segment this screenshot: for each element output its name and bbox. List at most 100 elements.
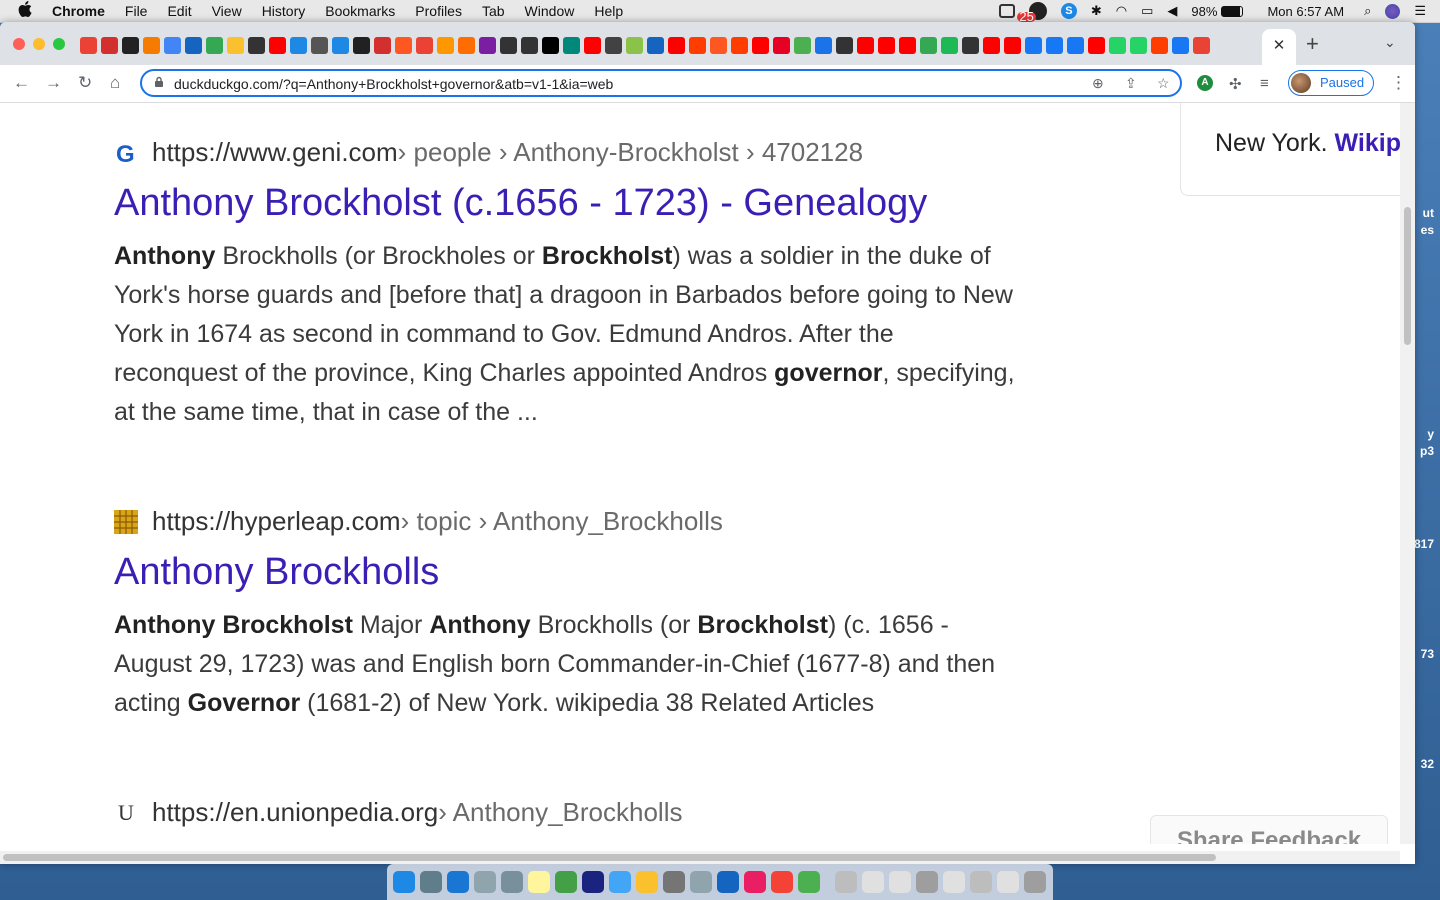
tab-favicon-icon[interactable] (668, 37, 685, 54)
tab-favicon-icon[interactable] (1067, 37, 1084, 54)
tab-favicon-icon[interactable] (815, 37, 832, 54)
dock-app-icon[interactable] (997, 871, 1019, 893)
home-button[interactable]: ⌂ (110, 73, 120, 93)
tab-favicon-icon[interactable] (479, 37, 496, 54)
tab-favicon-icon[interactable] (710, 37, 727, 54)
tab-search-icon[interactable]: ⌄ (1384, 34, 1396, 51)
volume-icon[interactable]: ◀ (1167, 3, 1177, 19)
dock-app-icon[interactable] (798, 871, 820, 893)
dock-app-icon[interactable] (420, 871, 442, 893)
tab-favicon-icon[interactable] (164, 37, 181, 54)
result-title-link[interactable]: Anthony Brockholls (114, 551, 1024, 594)
skype-icon[interactable]: S (1060, 3, 1077, 19)
tab-favicon-icon[interactable] (584, 37, 601, 54)
tab-favicon-icon[interactable] (794, 37, 811, 54)
back-button[interactable]: ← (13, 73, 30, 93)
horizontal-scroll-thumb[interactable] (3, 854, 1216, 861)
tab-favicon-icon[interactable] (332, 37, 349, 54)
fullscreen-window-button[interactable] (53, 38, 65, 50)
siri-icon[interactable] (1385, 3, 1401, 19)
profile-button[interactable]: Paused (1288, 70, 1374, 96)
share-feedback-button[interactable]: Share Feedback (1150, 815, 1388, 844)
tab-favicon-icon[interactable] (311, 37, 328, 54)
tab-favicon-icon[interactable] (752, 37, 769, 54)
share-icon[interactable]: ⇪ (1125, 75, 1137, 92)
reading-list-icon[interactable]: ≡ (1260, 75, 1269, 92)
menu-bookmarks[interactable]: Bookmarks (325, 3, 395, 19)
spotlight-search-icon[interactable]: ⌕ (1364, 3, 1371, 19)
tab-favicon-icon[interactable] (290, 37, 307, 54)
result-url[interactable]: G https://www.geni.com › people › Anthon… (114, 137, 1024, 168)
tab-favicon-icon[interactable] (122, 37, 139, 54)
tab-favicon-icon[interactable] (500, 37, 517, 54)
tab-favicon-icon[interactable] (857, 37, 874, 54)
tab-favicon-icon[interactable] (1046, 37, 1063, 54)
tab-favicon-icon[interactable] (395, 37, 412, 54)
dock-app-icon[interactable] (447, 871, 469, 893)
tab-favicon-icon[interactable] (1130, 37, 1147, 54)
dock-app-icon[interactable] (862, 871, 884, 893)
tab-favicon-icon[interactable] (1004, 37, 1021, 54)
lock-icon[interactable] (154, 76, 164, 91)
tab-favicon-icon[interactable] (647, 37, 664, 54)
tab-favicon-icon[interactable] (1088, 37, 1105, 54)
tab-favicon-icon[interactable] (836, 37, 853, 54)
tab-favicon-icon[interactable] (941, 37, 958, 54)
airplay-icon[interactable]: ▭ (1141, 3, 1153, 19)
dock-app-icon[interactable] (555, 871, 577, 893)
result-title-link[interactable]: Anthony Brockholst (c.1656 - 1723) - Gen… (114, 182, 1024, 225)
dock-app-icon[interactable] (609, 871, 631, 893)
tab-favicon-icon[interactable] (920, 37, 937, 54)
dock-app-icon[interactable] (636, 871, 658, 893)
tab-favicon-icon[interactable] (983, 37, 1000, 54)
menu-edit[interactable]: Edit (167, 3, 191, 19)
close-window-button[interactable] (13, 38, 25, 50)
tab-favicon-icon[interactable] (227, 37, 244, 54)
wikipedia-link[interactable]: Wikip (1335, 129, 1400, 157)
tab-favicon-icon[interactable] (689, 37, 706, 54)
chrome-menu-icon[interactable]: ⋮ (1390, 73, 1407, 93)
clock[interactable]: Mon 6:57 AM (1267, 4, 1344, 19)
menu-window[interactable]: Window (525, 3, 575, 19)
dock-app-icon[interactable] (970, 871, 992, 893)
result-url[interactable]: U https://en.unionpedia.org › Anthony_Br… (114, 797, 1024, 828)
battery-icon[interactable] (1221, 5, 1244, 17)
dock-app-icon[interactable] (717, 871, 739, 893)
tab-favicon-icon[interactable] (878, 37, 895, 54)
extensions-puzzle-icon[interactable]: ✣ (1229, 75, 1242, 93)
dock-app-icon[interactable] (582, 871, 604, 893)
wifi-icon[interactable]: ◠ (1116, 3, 1127, 19)
tab-favicon-icon[interactable] (731, 37, 748, 54)
menu-history[interactable]: History (262, 3, 306, 19)
tab-favicon-icon[interactable] (1109, 37, 1126, 54)
tab-favicon-icon[interactable] (353, 37, 370, 54)
dock-app-icon[interactable] (889, 871, 911, 893)
tab-favicon-icon[interactable] (1172, 37, 1189, 54)
horizontal-scrollbar[interactable] (0, 851, 1400, 864)
menu-tab[interactable]: Tab (482, 3, 505, 19)
minimize-window-button[interactable] (33, 38, 45, 50)
tab-favicon-icon[interactable] (899, 37, 916, 54)
tab-favicon-icon[interactable] (374, 37, 391, 54)
tab-favicon-icon[interactable] (1025, 37, 1042, 54)
tab-favicon-icon[interactable] (248, 37, 265, 54)
menu-help[interactable]: Help (594, 3, 623, 19)
result-url[interactable]: https://hyperleap.com › topic › Anthony_… (114, 506, 1024, 537)
screen-record-icon[interactable] (998, 4, 1015, 18)
menu-view[interactable]: View (212, 3, 242, 19)
tab-favicon-icon[interactable] (80, 37, 97, 54)
menu-file[interactable]: File (125, 3, 148, 19)
tab-favicon-icon[interactable] (437, 37, 454, 54)
tab-favicon-icon[interactable] (563, 37, 580, 54)
apple-menu-icon[interactable] (18, 1, 38, 21)
dock-app-icon[interactable] (474, 871, 496, 893)
tab-favicon-icon[interactable] (521, 37, 538, 54)
tab-favicon-icon[interactable] (626, 37, 643, 54)
tab-favicon-icon[interactable] (1151, 37, 1168, 54)
tab-favicon-icon[interactable] (962, 37, 979, 54)
zoom-icon[interactable]: ⊕ (1092, 75, 1104, 92)
tab-favicon-icon[interactable] (143, 37, 160, 54)
tab-favicon-icon[interactable] (605, 37, 622, 54)
new-tab-button[interactable]: + (1306, 31, 1319, 57)
menu-app-chrome[interactable]: Chrome (52, 3, 105, 19)
